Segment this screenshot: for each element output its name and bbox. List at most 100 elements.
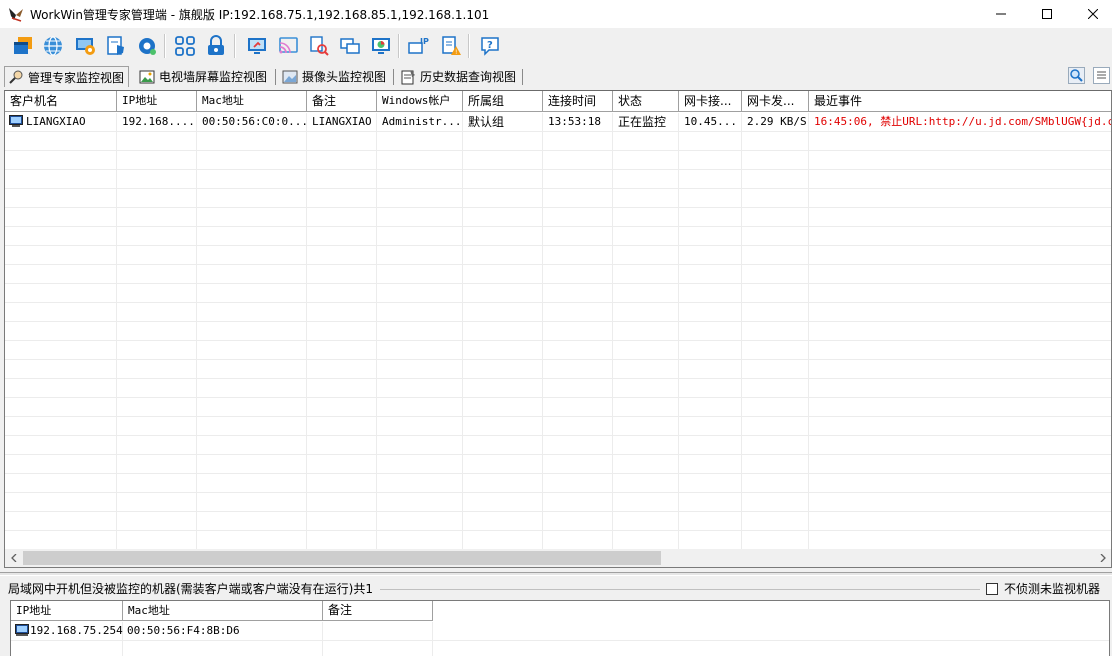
toolbar: IP ! ? bbox=[0, 30, 1112, 62]
chart-monitor-icon bbox=[372, 38, 390, 54]
scroll-left-button[interactable] bbox=[5, 549, 22, 567]
client-table[interactable]: 客户机名 IP地址 Mac地址 备注 Windows帐户 所属组 连接时间 状态… bbox=[4, 90, 1112, 568]
lock-user-button[interactable] bbox=[203, 33, 229, 59]
search-icon[interactable] bbox=[1068, 67, 1085, 84]
toolbar-separator bbox=[164, 34, 166, 58]
grid-line bbox=[808, 113, 809, 553]
grid-line bbox=[5, 207, 1111, 208]
horizontal-scrollbar[interactable] bbox=[5, 549, 1111, 567]
column-header[interactable]: IP地址 bbox=[117, 91, 197, 112]
grid-line bbox=[678, 113, 679, 553]
column-header[interactable]: 客户机名 bbox=[5, 91, 117, 112]
table-cell: 13:53:18 bbox=[548, 115, 601, 128]
ignore-unmonitored-checkbox[interactable] bbox=[986, 583, 998, 595]
list-icon[interactable] bbox=[1093, 67, 1110, 84]
tab-camera[interactable]: 摄像头监控视图 bbox=[279, 66, 390, 87]
tab-label: 摄像头监控视图 bbox=[302, 70, 387, 84]
svg-text:?: ? bbox=[487, 40, 493, 51]
grid-line bbox=[542, 113, 543, 553]
tab-expert-monitor[interactable]: 管理专家监控视图 bbox=[4, 66, 130, 87]
apps-grid-button[interactable] bbox=[172, 33, 198, 59]
grid-line bbox=[5, 264, 1111, 265]
monitor-gear-button[interactable] bbox=[72, 33, 98, 59]
title-bar: WorkWin管理专家管理端 - 旗舰版 IP:192.168.75.1,192… bbox=[0, 0, 1112, 28]
notepad-icon bbox=[401, 69, 415, 84]
grid-line bbox=[5, 359, 1111, 360]
screen-share-button[interactable] bbox=[244, 33, 270, 59]
table-cell: 192.168.... bbox=[122, 115, 195, 128]
search-files-button[interactable] bbox=[306, 33, 332, 59]
computer-icon bbox=[15, 624, 29, 636]
search-files-icon bbox=[310, 36, 329, 56]
grid-line bbox=[5, 511, 1111, 512]
maximize-button[interactable] bbox=[1024, 0, 1070, 28]
table-cell: LIANGXIAO bbox=[26, 115, 86, 128]
users-gear-icon bbox=[139, 38, 156, 55]
scroll-right-button[interactable] bbox=[1094, 549, 1111, 567]
column-header[interactable]: 最近事件 bbox=[809, 91, 1111, 112]
tab-label: 管理专家监控视图 bbox=[28, 70, 125, 85]
minimize-button[interactable] bbox=[978, 0, 1024, 28]
tab-label: 历史数据查询视图 bbox=[420, 70, 517, 84]
close-button[interactable] bbox=[1070, 0, 1112, 28]
alert-document-button[interactable]: ! bbox=[438, 33, 464, 59]
column-header[interactable]: Windows帐户 bbox=[377, 91, 463, 112]
app-logo-icon bbox=[9, 8, 23, 22]
group-box-line bbox=[380, 589, 980, 590]
column-header[interactable]: IP地址 bbox=[11, 601, 123, 621]
table-cell bbox=[323, 622, 433, 640]
apps-grid-icon bbox=[175, 36, 195, 56]
cast-button[interactable] bbox=[275, 33, 301, 59]
grid-line bbox=[5, 340, 1111, 341]
lock-user-icon bbox=[208, 35, 224, 55]
users-gear-button[interactable] bbox=[134, 33, 160, 59]
grid-line bbox=[196, 113, 197, 553]
globe-button[interactable] bbox=[40, 33, 66, 59]
tab-history[interactable]: 历史数据查询视图 bbox=[397, 66, 520, 87]
column-header[interactable]: 状态 bbox=[613, 91, 679, 112]
toolbar-separator bbox=[468, 34, 470, 58]
tab-divider bbox=[393, 69, 394, 85]
column-header[interactable]: Mac地址 bbox=[197, 91, 307, 112]
grid-line bbox=[5, 435, 1111, 436]
windows-button[interactable] bbox=[10, 33, 36, 59]
tab-tv-wall[interactable]: 电视墙屏幕监控视图 bbox=[136, 66, 271, 87]
column-header[interactable]: 网卡接... bbox=[679, 91, 742, 112]
screen-share-icon bbox=[248, 38, 266, 54]
grid-line bbox=[5, 397, 1111, 398]
table-cell: 192.168.75.254 bbox=[30, 624, 123, 637]
view-tabs: 管理专家监控视图 电视墙屏幕监控视图 摄像头监控视图 历史数据查询视图 bbox=[0, 66, 1112, 88]
toolbar-separator bbox=[398, 34, 400, 58]
close-icon bbox=[1088, 9, 1098, 19]
scrollbar-thumb[interactable] bbox=[23, 551, 661, 565]
column-header[interactable]: Mac地址 bbox=[123, 601, 323, 621]
tab-divider bbox=[522, 69, 523, 85]
document-shield-button[interactable] bbox=[103, 33, 129, 59]
column-header[interactable]: 备注 bbox=[323, 601, 433, 621]
grid-line bbox=[376, 113, 377, 553]
grid-line bbox=[5, 454, 1111, 455]
network-monitor-button[interactable] bbox=[337, 33, 363, 59]
camera-icon bbox=[282, 70, 298, 83]
table-cell: Administr... bbox=[382, 115, 462, 128]
grid-line bbox=[462, 113, 463, 553]
document-shield-icon bbox=[107, 36, 124, 55]
grid-line bbox=[116, 113, 117, 553]
table-cell: 默认组 bbox=[468, 115, 505, 129]
unmonitored-title: 局域网中开机但没被监控的机器(需装客户端或客户端没有在运行)共1 bbox=[8, 580, 377, 597]
pane-splitter[interactable] bbox=[0, 572, 1112, 576]
toolbar-separator bbox=[234, 34, 236, 58]
grid-line bbox=[612, 113, 613, 553]
unmonitored-table[interactable]: IP地址 Mac地址 备注 192.168.75.254 00:50:56:F4… bbox=[10, 600, 1110, 656]
checkbox-label[interactable]: 不侦测未监视机器 bbox=[1004, 580, 1100, 597]
ip-settings-icon: IP bbox=[408, 37, 429, 54]
column-header[interactable]: 网卡发... bbox=[742, 91, 809, 112]
column-header[interactable]: 所属组 bbox=[463, 91, 543, 112]
grid-line bbox=[5, 226, 1111, 227]
chart-monitor-button[interactable] bbox=[368, 33, 394, 59]
help-button[interactable]: ? bbox=[477, 33, 503, 59]
column-header[interactable]: 备注 bbox=[307, 91, 377, 112]
ip-settings-button[interactable]: IP bbox=[406, 33, 432, 59]
search-person-icon bbox=[9, 70, 23, 84]
column-header[interactable]: 连接时间 bbox=[543, 91, 613, 112]
